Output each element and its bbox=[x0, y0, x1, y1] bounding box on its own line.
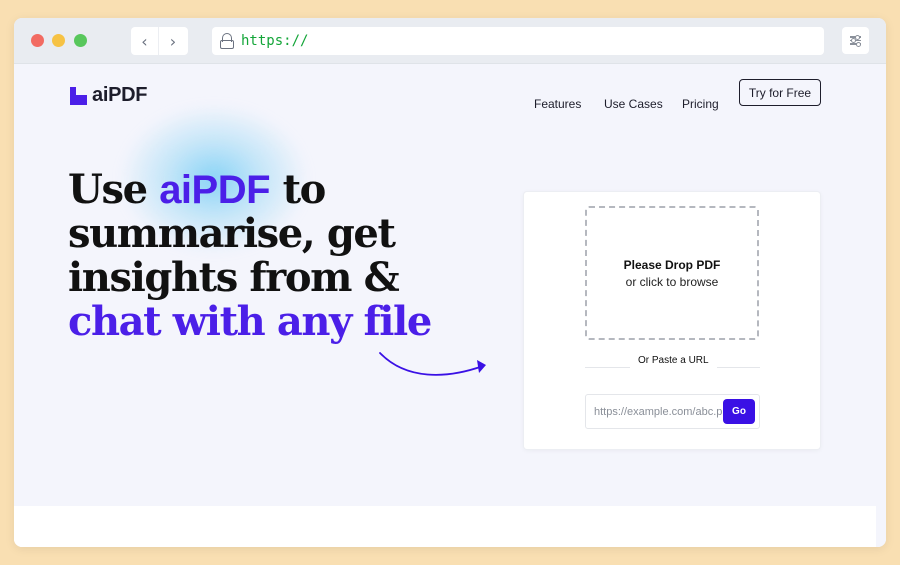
headline-brand: aiPDF bbox=[159, 168, 271, 212]
logo-text: aiPDF bbox=[92, 84, 148, 106]
lock-icon bbox=[220, 33, 234, 49]
chevron-right-icon: › bbox=[169, 31, 177, 51]
pdf-dropzone[interactable]: Please Drop PDF or click to browse bbox=[585, 206, 759, 340]
headline-line-4: chat with any file bbox=[68, 298, 432, 345]
browser-toolbar: ‹ › https:// bbox=[14, 18, 886, 64]
nav-link-features[interactable]: Features bbox=[534, 97, 581, 111]
maximize-window-button[interactable] bbox=[74, 34, 87, 47]
back-button[interactable]: ‹ bbox=[131, 27, 159, 55]
url-input-group: Go bbox=[585, 394, 760, 429]
curved-arrow-icon bbox=[379, 352, 486, 376]
dropzone-title: Please Drop PDF bbox=[623, 257, 721, 272]
close-window-button[interactable] bbox=[31, 34, 44, 47]
settings-button[interactable] bbox=[842, 27, 869, 54]
page-footer-strip bbox=[14, 506, 876, 547]
browser-window: ‹ › https:// aiPDF Features Use Cases Pr… bbox=[14, 18, 886, 547]
web-page: aiPDF Features Use Cases Pricing Try for… bbox=[14, 64, 886, 547]
or-paste-url-label: Or Paste a URL bbox=[638, 355, 709, 366]
headline-line-1: Use aiPDF to bbox=[68, 166, 326, 213]
logo-icon bbox=[70, 86, 87, 105]
url-input[interactable] bbox=[594, 398, 722, 425]
hero-headline: Use aiPDF to summarise, get insights fro… bbox=[68, 168, 508, 344]
try-for-free-button[interactable]: Try for Free bbox=[739, 79, 821, 106]
headline-line-3: insights from & bbox=[68, 254, 400, 301]
site-logo[interactable]: aiPDF bbox=[70, 84, 147, 107]
dropzone-subtitle: or click to browse bbox=[625, 274, 719, 289]
go-button[interactable]: Go bbox=[723, 399, 755, 424]
history-nav: ‹ › bbox=[131, 27, 188, 55]
headline-line-2: summarise, get bbox=[68, 210, 396, 257]
address-bar[interactable]: https:// bbox=[212, 27, 824, 55]
upload-card: Please Drop PDF or click to browse Or Pa… bbox=[524, 192, 820, 449]
minimize-window-button[interactable] bbox=[52, 34, 65, 47]
forward-button[interactable]: › bbox=[159, 27, 187, 55]
nav-link-pricing[interactable]: Pricing bbox=[682, 97, 719, 111]
divider-right bbox=[717, 367, 760, 368]
chevron-left-icon: ‹ bbox=[141, 31, 148, 51]
address-url: https:// bbox=[241, 33, 309, 49]
nav-link-use-cases[interactable]: Use Cases bbox=[604, 97, 663, 111]
divider-left bbox=[585, 367, 630, 368]
